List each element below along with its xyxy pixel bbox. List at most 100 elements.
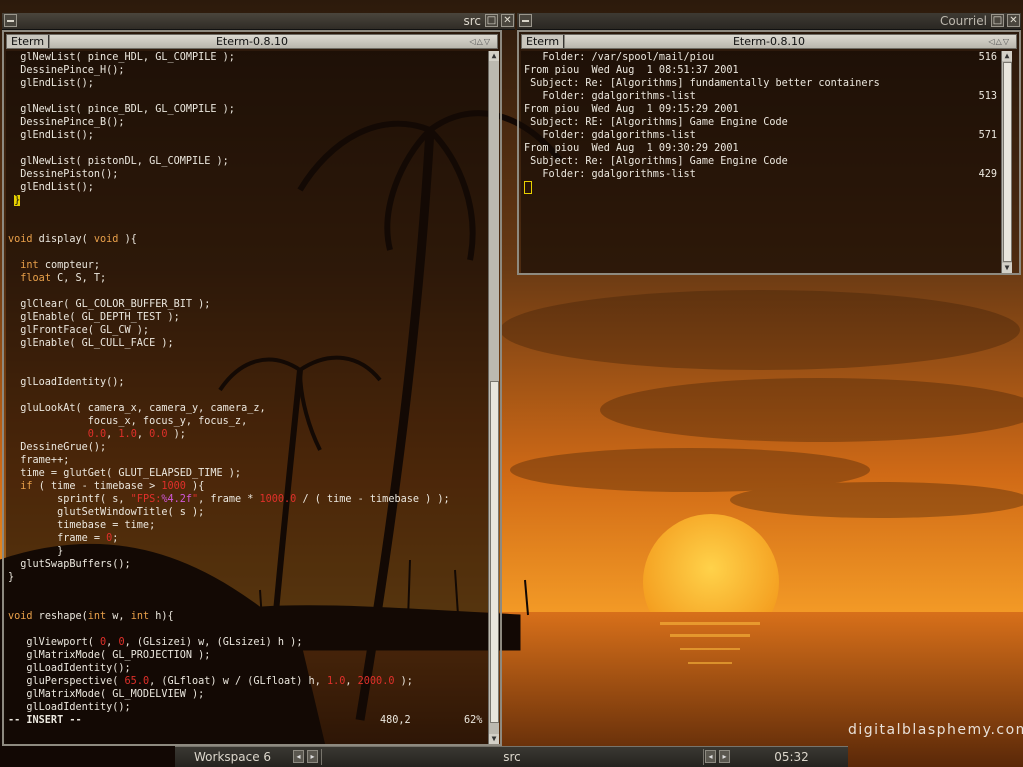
code-line: focus_x, focus_y, focus_z, (8, 416, 248, 427)
code-line: glEnable( GL_DEPTH_TEST ); (8, 312, 180, 323)
eterm-frame: Eterm Eterm-0.8.10 ◁△▽ glNewList( pince_… (2, 30, 502, 746)
code-line: sprintf( s, "FPS:%4.2f", frame * 1000.0 … (8, 494, 450, 505)
code-line: float C, S, T; (20, 273, 107, 284)
code-line: } (8, 194, 490, 207)
code-line: int compteur; (20, 260, 101, 271)
code-line: gluPerspective( 65.0, (GLfloat) w / (GLf… (8, 676, 413, 687)
code-line: glFrontFace( GL_CW ); (8, 325, 150, 336)
window-courriel[interactable]: Courriel □ ✕ Eterm Eterm-0.8.10 ◁△▽ Fold… (517, 13, 1021, 275)
mail-line-text: Subject: Re: [Algorithms] fundamentally … (524, 78, 880, 89)
code-line: frame = 0; (8, 533, 119, 544)
mail-line: Folder: gdalgorithms-list 571 (524, 129, 1001, 142)
workspace-next-icon[interactable]: ▸ (307, 750, 318, 763)
scroll-thumb[interactable] (1003, 62, 1012, 262)
scrollbar[interactable]: ▲ ▼ (488, 51, 499, 744)
scroll-up-icon[interactable]: ▲ (1002, 51, 1012, 61)
code-line: glEndList(); (8, 182, 94, 193)
taskbar-window-src[interactable]: src (321, 749, 703, 765)
scrollbar[interactable]: ▲ ▼ (1001, 51, 1012, 273)
tab-arrows-icon[interactable]: ◁△▽ (470, 35, 491, 48)
window-prev-icon[interactable]: ◂ (705, 750, 716, 763)
window-src[interactable]: src □ ✕ Eterm Eterm-0.8.10 ◁△▽ glNewList… (2, 13, 515, 746)
code-line: glClear( GL_COLOR_BUFFER_BIT ); (8, 299, 211, 310)
file-percent: 62% (464, 715, 483, 726)
window-title: src (463, 14, 481, 28)
close-icon[interactable]: ✕ (501, 14, 514, 27)
terminal-cursor (524, 181, 532, 194)
scroll-thumb[interactable] (490, 381, 499, 723)
scroll-down-icon[interactable]: ▼ (489, 734, 499, 744)
window-next-icon[interactable]: ▸ (719, 750, 730, 763)
mail-monitor-output[interactable]: Folder: /var/spool/mail/piou 516 From piou… (521, 51, 1001, 273)
window-titlebar[interactable]: src □ ✕ (2, 13, 515, 30)
tab-eterm[interactable]: Eterm (7, 35, 51, 48)
prompt-line (524, 181, 1001, 194)
window-menu-icon[interactable] (4, 14, 17, 27)
workspace-prev-icon[interactable]: ◂ (293, 750, 304, 763)
eterm-title: Eterm-0.8.10 (732, 35, 806, 48)
mail-line: From piou Wed Aug 1 09:30:29 2001 (524, 142, 1001, 155)
message-count: 571 (978, 130, 997, 141)
eterm-tabbar: Eterm Eterm-0.8.10 ◁△▽ (6, 34, 498, 49)
code-line: glMatrixMode( GL_MODELVIEW ); (8, 689, 205, 700)
code-line: } (8, 572, 15, 583)
code-line: glViewport( 0, 0, (GLsizei) w, (GLsizei)… (8, 637, 303, 648)
window-menu-icon[interactable] (519, 14, 532, 27)
code-line: DessineGrue(); (8, 442, 107, 453)
mail-line-text: Subject: RE: [Algorithms] Game Engine Co… (524, 117, 788, 128)
eterm-title: Eterm-0.8.10 (215, 35, 289, 48)
code-line: glLoadIdentity(); (8, 663, 131, 674)
maximize-icon[interactable]: □ (485, 14, 498, 27)
message-count: 516 (978, 52, 997, 63)
code-line: DessinePiston(); (8, 169, 119, 180)
code-line: timebase = time; (8, 520, 156, 531)
tab-eterm[interactable]: Eterm (522, 35, 566, 48)
code-line: glLoadIdentity(); (8, 377, 125, 388)
eterm-tabbar: Eterm Eterm-0.8.10 ◁△▽ (521, 34, 1017, 49)
clock: 05:32 (774, 750, 809, 764)
mail-line-text: From piou Wed Aug 1 09:15:29 2001 (524, 104, 739, 115)
tab-arrows-icon[interactable]: ◁△▽ (989, 35, 1010, 48)
code-line: glEnable( GL_CULL_FACE ); (8, 338, 174, 349)
mail-line: Folder: gdalgorithms-list 429 (524, 168, 1001, 181)
code-line: glutSetWindowTitle( s ); (8, 507, 205, 518)
window-titlebar[interactable]: Courriel □ ✕ (517, 13, 1021, 30)
close-icon[interactable]: ✕ (1007, 14, 1020, 27)
code-line: glEndList(); (8, 78, 94, 89)
code-line: glNewList( pistonDL, GL_COMPILE ); (8, 156, 229, 167)
mail-line-text: Folder: /var/spool/mail/piou (524, 52, 715, 63)
code-line: glLoadIdentity(); (8, 702, 131, 713)
mail-line-text: From piou Wed Aug 1 09:30:29 2001 (524, 143, 739, 154)
code-line: void reshape(int w, int h){ (8, 611, 174, 622)
wallpaper-watermark: digitalblasphemy.com (848, 722, 1023, 738)
scroll-up-icon[interactable]: ▲ (489, 51, 499, 61)
workspace-label[interactable]: Workspace 6 (194, 749, 271, 765)
mail-line-text: From piou Wed Aug 1 08:51:37 2001 (524, 65, 739, 76)
scroll-down-icon[interactable]: ▼ (1002, 263, 1012, 273)
code-line: DessinePince_H(); (8, 65, 125, 76)
window-title: Courriel (939, 14, 987, 28)
maximize-icon[interactable]: □ (991, 14, 1004, 27)
code-line: if ( time - timebase > 1000 ){ (20, 481, 205, 492)
vim-status-line: -- INSERT -- 480,2 62% (8, 714, 490, 727)
code-line: frame++; (8, 455, 70, 466)
code-line: gluLookAt( camera_x, camera_y, camera_z, (8, 403, 266, 414)
code-line: DessinePince_B(); (8, 117, 125, 128)
code-line: 0.0, 1.0, 0.0 ); (87, 429, 186, 440)
code-line: glutSwapBuffers(); (8, 559, 131, 570)
eterm-frame: Eterm Eterm-0.8.10 ◁△▽ Folder: /var/spoo… (517, 30, 1021, 275)
vim-editor[interactable]: glNewList( pince_HDL, GL_COMPILE ); Dess… (6, 51, 490, 744)
mail-line: From piou Wed Aug 1 09:15:29 2001 (524, 103, 1001, 116)
cursor-position: 480,2 (380, 715, 411, 726)
mail-line-text: Folder: gdalgorithms-list (524, 91, 696, 102)
